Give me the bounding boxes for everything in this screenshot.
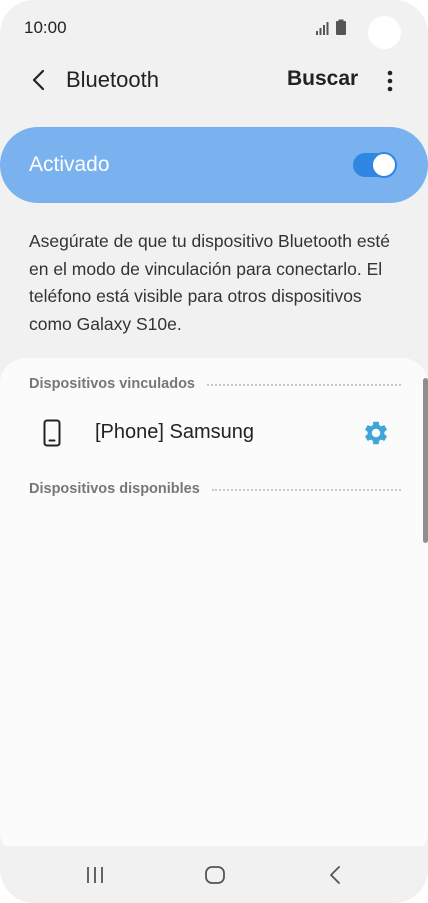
- status-icons: [313, 19, 353, 37]
- bluetooth-description: Asegúrate de que tu dispositivo Bluetoot…: [29, 231, 390, 334]
- scrollbar[interactable]: [423, 378, 428, 543]
- paired-device-row[interactable]: [Phone] Samsung: [0, 408, 428, 458]
- camera-cutout: [368, 16, 401, 49]
- page-title: Bluetooth: [66, 67, 159, 92]
- status-time: 10:00: [24, 18, 67, 37]
- search-button[interactable]: Buscar: [287, 67, 358, 91]
- bluetooth-master-switch[interactable]: Activado: [0, 127, 428, 203]
- bluetooth-toggle[interactable]: [353, 151, 397, 179]
- paired-devices-title: Dispositivos vinculados: [29, 376, 195, 392]
- paired-devices-header: Dispositivos vinculados: [29, 374, 401, 394]
- toggle-thumb: [371, 152, 397, 178]
- device-name: [Phone] Samsung: [95, 421, 254, 443]
- status-bar: 10:00: [0, 0, 428, 58]
- home-icon: [205, 866, 225, 884]
- more-vert-icon: [387, 70, 393, 92]
- section-divider: [211, 489, 401, 491]
- back-button[interactable]: [22, 62, 56, 98]
- battery-icon: [336, 19, 346, 35]
- master-switch-label: Activado: [29, 153, 110, 176]
- back-icon: [330, 866, 340, 884]
- available-devices-header: Dispositivos disponibles: [29, 479, 401, 499]
- gear-icon[interactable]: [362, 419, 390, 447]
- chevron-left-icon: [32, 69, 45, 91]
- app-bar: Bluetooth Buscar: [0, 58, 428, 104]
- signal-icon: [316, 22, 329, 35]
- system-back-button[interactable]: [315, 862, 355, 888]
- recents-icon: [87, 867, 103, 883]
- home-button[interactable]: [195, 862, 235, 888]
- phone-icon: [43, 419, 61, 447]
- recents-button[interactable]: [75, 862, 115, 888]
- devices-card: Dispositivos vinculados [Phone] Samsung …: [0, 358, 428, 858]
- section-divider: [207, 384, 401, 386]
- navigation-bar: [0, 846, 428, 903]
- available-devices-title: Dispositivos disponibles: [29, 481, 200, 497]
- screen: 10:00 Bluetooth Buscar Activado Asegúrat…: [0, 0, 428, 903]
- more-options-button[interactable]: [376, 64, 404, 98]
